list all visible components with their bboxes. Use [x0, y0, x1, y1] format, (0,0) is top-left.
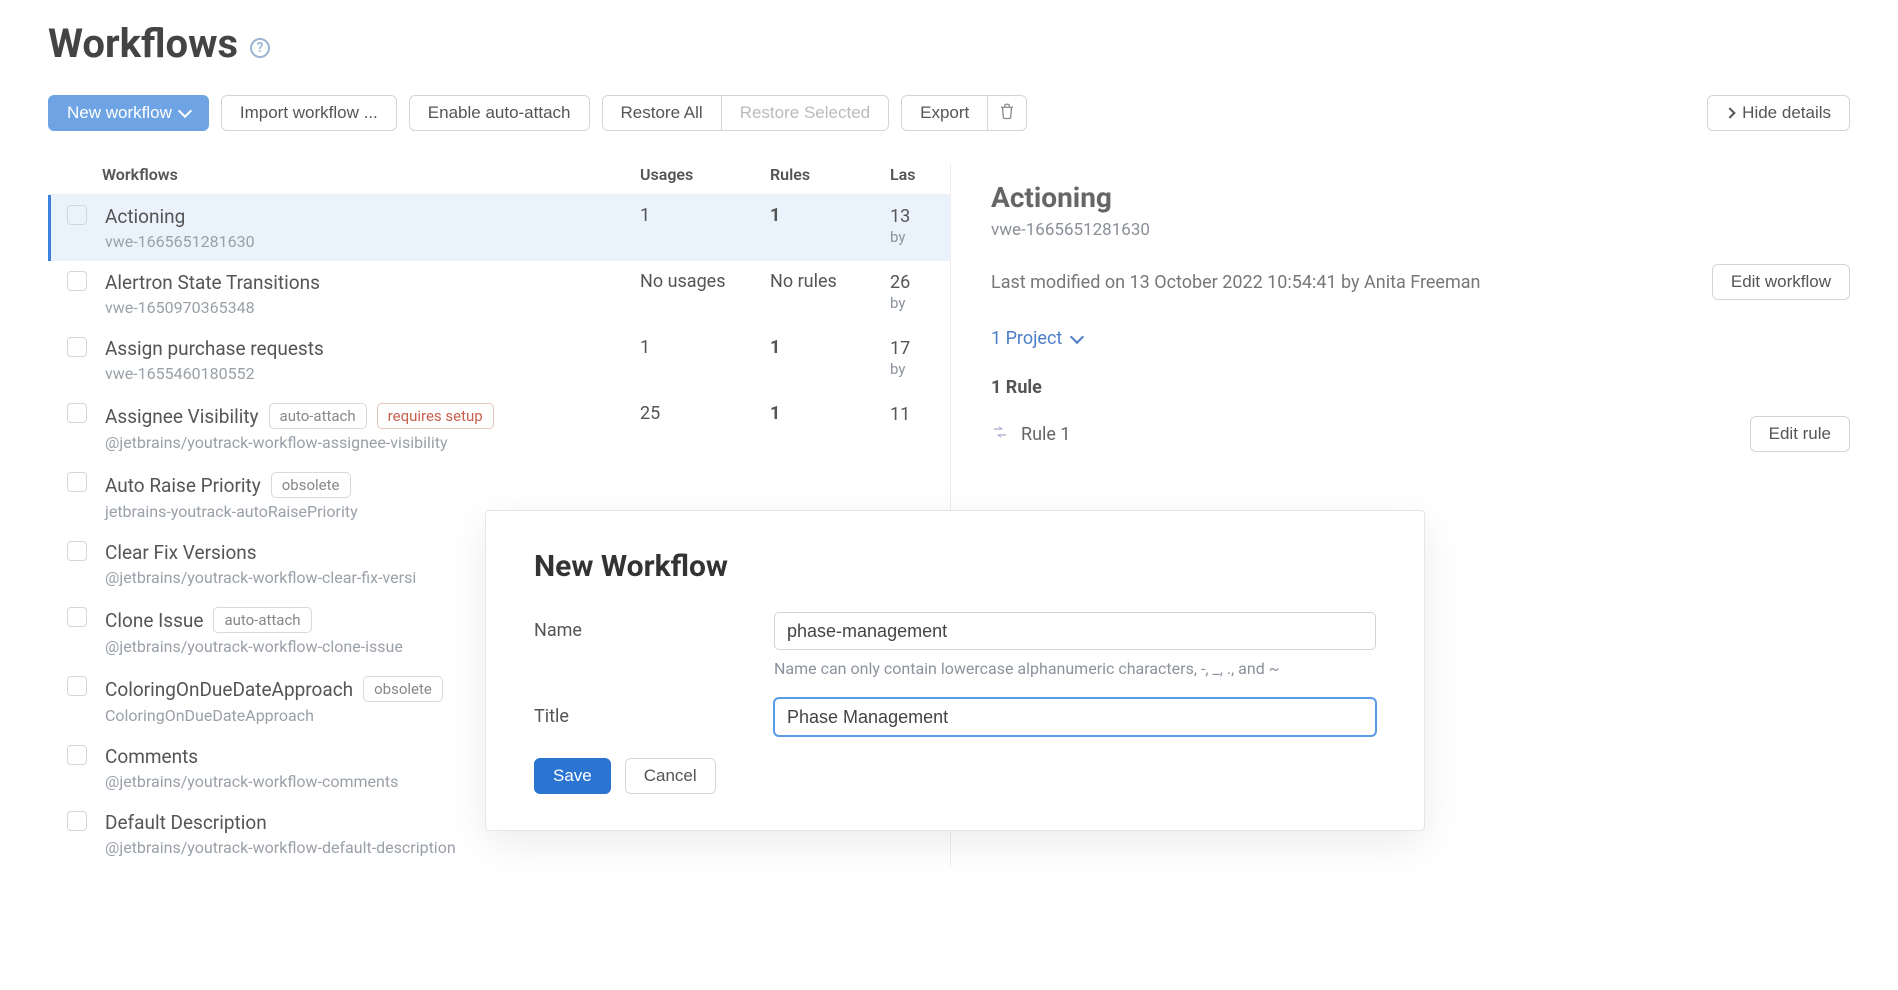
row-title: Clone Issue [105, 609, 203, 632]
table-header: Workflows Usages Rules Las [48, 155, 950, 195]
row-checkbox[interactable] [67, 271, 87, 291]
new-workflow-dialog: New Workflow Name Name can only contain … [485, 510, 1425, 831]
chevron-right-icon [1725, 107, 1736, 118]
export-button[interactable]: Export [901, 95, 988, 131]
restore-all-button[interactable]: Restore All [602, 95, 722, 131]
row-title: Alertron State Transitions [105, 271, 320, 294]
col-header-rules[interactable]: Rules [770, 165, 890, 184]
name-input[interactable] [774, 612, 1376, 650]
table-row[interactable]: Actioningvwe-16656512816301113by [48, 195, 950, 261]
name-hint: Name can only contain lowercase alphanum… [774, 658, 1376, 680]
row-title: Default Description [105, 811, 267, 834]
row-sub: vwe-1655460180552 [105, 364, 640, 383]
new-workflow-label: New workflow [67, 103, 172, 123]
title-label: Title [534, 698, 774, 727]
help-icon[interactable]: ? [250, 38, 270, 58]
edit-rule-button[interactable]: Edit rule [1750, 416, 1850, 452]
row-tag: auto-attach [213, 607, 311, 633]
row-tag: auto-attach [269, 403, 367, 429]
hide-details-label: Hide details [1742, 103, 1831, 123]
row-last: 17by [890, 337, 950, 380]
table-row[interactable]: Alertron State Transitions vwe-1650970365… [48, 261, 950, 327]
delete-button[interactable] [987, 95, 1027, 131]
row-tag: requires setup [377, 403, 494, 429]
row-last: 11 [890, 403, 950, 426]
row-checkbox[interactable] [67, 811, 87, 831]
row-checkbox[interactable] [67, 472, 87, 492]
row-title: Assignee Visibility [105, 405, 259, 428]
row-rules: No rules [770, 271, 890, 292]
save-button[interactable]: Save [534, 758, 611, 794]
import-workflow-button[interactable]: Import workflow ... [221, 95, 397, 131]
row-usages: 1 [640, 337, 770, 358]
row-rules: 1 [770, 337, 890, 358]
table-row[interactable]: Assignee Visibility auto-attach requires s… [48, 393, 950, 462]
row-title: ColoringOnDueDateApproach [105, 678, 353, 701]
row-tag: obsolete [271, 472, 351, 498]
row-usages: 1 [640, 205, 770, 226]
trash-icon [998, 102, 1016, 125]
row-last: 26by [890, 271, 950, 314]
edit-workflow-button[interactable]: Edit workflow [1712, 264, 1850, 300]
row-usages: 25 [640, 403, 770, 424]
row-title: Comments [105, 745, 198, 768]
panel-sub: vwe-1665651281630 [991, 220, 1850, 240]
row-rules: 1 [770, 403, 890, 424]
new-workflow-button[interactable]: New workflow [48, 95, 209, 131]
chevron-down-icon [1070, 329, 1084, 343]
rule-name: Rule 1 [1021, 424, 1071, 445]
dialog-title: New Workflow [534, 549, 1376, 584]
row-sub: @jetbrains/youtrack-workflow-assignee-vi… [105, 433, 640, 452]
state-machine-icon [991, 423, 1009, 446]
restore-selected-button: Restore Selected [721, 95, 889, 131]
projects-link[interactable]: 1 Project [991, 328, 1082, 349]
enable-auto-attach-button[interactable]: Enable auto-attach [409, 95, 590, 131]
col-header-usages[interactable]: Usages [640, 165, 770, 184]
export-group: Export [901, 95, 1027, 131]
panel-title: Actioning [991, 181, 1850, 214]
row-sub: vwe-1665651281630 [105, 232, 640, 251]
row-rules: 1 [770, 205, 890, 226]
chevron-down-icon [178, 104, 192, 118]
page-title: Workflows [48, 20, 238, 67]
row-checkbox[interactable] [67, 205, 87, 225]
row-checkbox[interactable] [67, 541, 87, 561]
row-title: Assign purchase requests [105, 337, 324, 360]
col-header-last[interactable]: Las [890, 165, 950, 184]
row-checkbox[interactable] [67, 745, 87, 765]
name-label: Name [534, 612, 774, 641]
restore-group: Restore All Restore Selected [602, 95, 890, 131]
row-sub: @jetbrains/youtrack-workflow-default-des… [105, 838, 640, 857]
toolbar: New workflow Import workflow ... Enable … [48, 95, 1850, 131]
rule-row[interactable]: Rule 1 Edit rule [991, 416, 1850, 452]
row-sub: vwe-1650970365348 [105, 298, 640, 317]
rule-section-title: 1 Rule [991, 377, 1850, 398]
row-checkbox[interactable] [67, 403, 87, 423]
cancel-button[interactable]: Cancel [625, 758, 716, 794]
projects-link-label: 1 Project [991, 328, 1062, 349]
row-title: Actioning [105, 205, 185, 228]
panel-last-modified: Last modified on 13 October 2022 10:54:4… [991, 272, 1712, 293]
row-checkbox[interactable] [67, 676, 87, 696]
table-row[interactable]: Assign purchase requests vwe-165546018055… [48, 327, 950, 393]
row-title: Clear Fix Versions [105, 541, 257, 564]
row-title: Auto Raise Priority [105, 474, 261, 497]
row-usages: No usages [640, 271, 770, 292]
row-last: 13by [890, 205, 950, 248]
row-checkbox[interactable] [67, 337, 87, 357]
hide-details-button[interactable]: Hide details [1707, 95, 1850, 131]
row-checkbox[interactable] [67, 607, 87, 627]
col-header-name[interactable]: Workflows [102, 165, 640, 184]
title-input[interactable] [774, 698, 1376, 736]
row-tag: obsolete [363, 676, 443, 702]
